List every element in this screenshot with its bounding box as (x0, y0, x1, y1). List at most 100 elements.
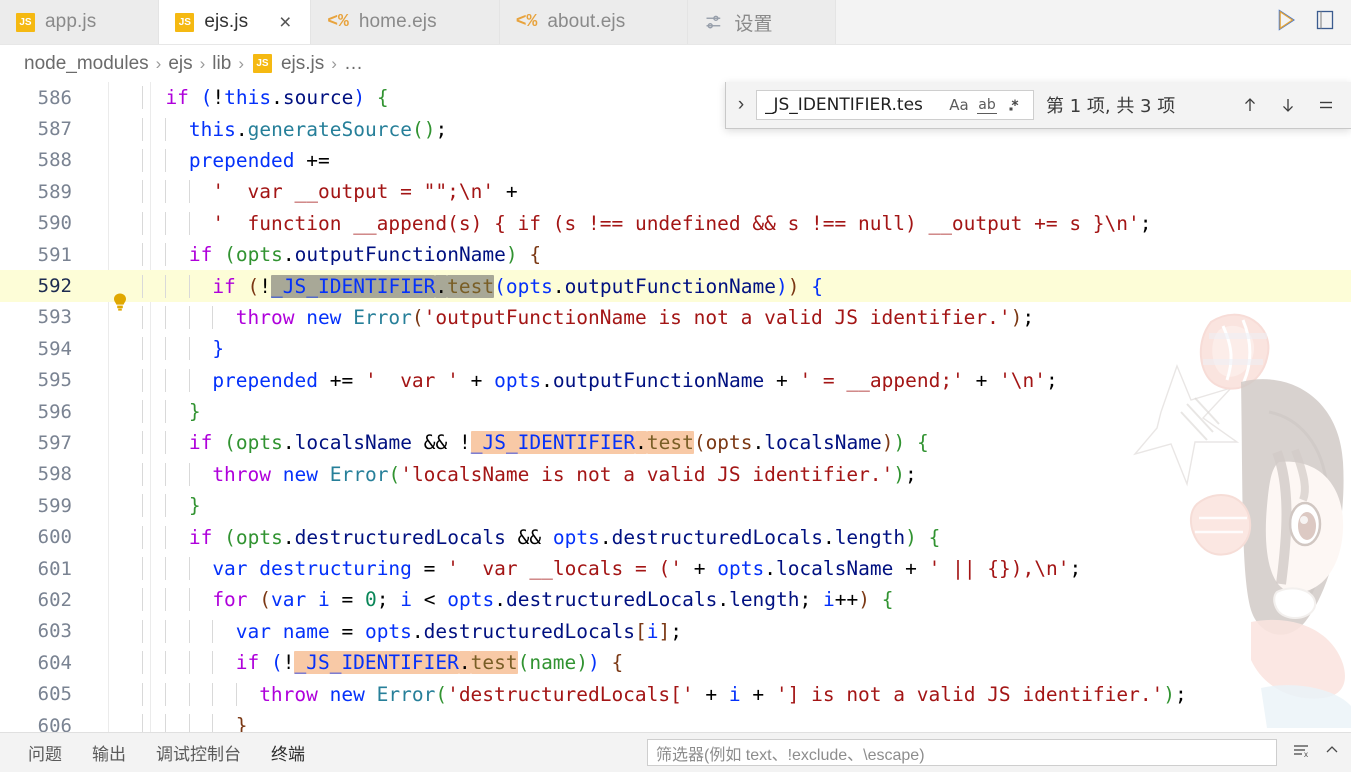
match-case-option-icon[interactable]: Aa (946, 93, 972, 117)
editor-tab-label: app.js (45, 11, 97, 32)
editor-tab-app-js[interactable]: JS app.js × (0, 0, 160, 44)
find-input-box[interactable]: _JS_IDENTIFIER.tes Aa ab (756, 90, 1034, 120)
code-line[interactable]: 588 prepended += (0, 145, 1351, 176)
breadcrumb-item-node-modules[interactable]: node_modules (24, 53, 149, 75)
code-tokens: } (189, 400, 201, 423)
editor-tab-label: home.ejs (358, 11, 437, 32)
clear-filter-icon[interactable]: x (1291, 740, 1311, 765)
code-text[interactable]: prepended += (130, 148, 1351, 172)
breadcrumb-item-overflow[interactable]: … (344, 53, 363, 75)
editor-actions (1259, 0, 1351, 44)
next-match-button[interactable] (1277, 94, 1299, 116)
code-text[interactable]: throw new Error('localsName is not a val… (130, 462, 1351, 486)
indent-guide (142, 651, 143, 675)
code-line[interactable]: 590 ' function __append(s) { if (s !== un… (0, 208, 1351, 239)
code-token: ) (576, 651, 589, 675)
code-token: ; (1139, 211, 1152, 235)
code-line[interactable]: 605 throw new Error('destructuredLocals['… (0, 678, 1351, 709)
breadcrumb-item-ejs[interactable]: ejs (168, 53, 192, 75)
code-line[interactable]: 596} (0, 396, 1351, 427)
code-text[interactable]: throw new Error('outputFunctionName is n… (130, 305, 1351, 329)
code-editor[interactable]: 586 if (!this.source) {587 this.generateSo… (0, 82, 1351, 732)
code-token: if (165, 86, 189, 110)
code-line[interactable]: 595 prepended += ' var ' + opts.outputFun… (0, 365, 1351, 396)
code-line[interactable]: 591 if (opts.outputFunctionName) { (0, 239, 1351, 270)
code-token: Error (329, 462, 389, 486)
breadcrumb-item-ejs-js[interactable]: ejs.js (281, 53, 324, 75)
code-line[interactable]: 602 for (var i = 0; i < opts.destructured… (0, 584, 1351, 615)
code-line[interactable]: 594} (0, 333, 1351, 364)
code-text[interactable]: if (opts.outputFunctionName) { (130, 243, 1351, 267)
indent-guide (142, 148, 143, 172)
indent-guide (142, 557, 143, 581)
code-text[interactable]: if (opts.localsName && !_JS_IDENTIFIER.t… (130, 431, 1351, 455)
code-line[interactable]: 598 throw new Error('localsName is not a … (0, 459, 1351, 490)
code-text[interactable]: } (130, 714, 1351, 732)
run-button[interactable] (1273, 7, 1299, 38)
code-line[interactable]: 597 if (opts.localsName && !_JS_IDENTIFIE… (0, 427, 1351, 458)
editor-tab-ejs-js[interactable]: JS ejs.js × (159, 0, 312, 44)
editor-tab-home-ejs[interactable]: <% home.ejs × (311, 0, 500, 44)
code-text[interactable]: throw new Error('destructuredLocals[' + … (130, 682, 1351, 706)
code-token: ( (224, 525, 236, 549)
chevron-icon[interactable] (1323, 741, 1341, 764)
code-text[interactable]: } (130, 400, 1351, 424)
panel-tab-terminal[interactable]: 终端 (271, 740, 305, 765)
panel-tab-output[interactable]: 输出 (92, 740, 126, 765)
use-regex-option-icon[interactable] (1002, 93, 1028, 117)
code-line[interactable]: 604 if (!_JS_IDENTIFIER.test(name)) { (0, 647, 1351, 678)
code-text[interactable]: if (!_JS_IDENTIFIER.test(name)) { (130, 651, 1351, 675)
code-text[interactable]: var destructuring = ' var __locals = (' … (130, 557, 1351, 581)
code-text[interactable]: prepended += ' var ' + opts.outputFuncti… (130, 368, 1351, 392)
find-in-selection-button[interactable] (1315, 94, 1337, 116)
code-token: '] is not a valid JS identifier.' (775, 682, 1164, 706)
match-whole-word-option-icon[interactable]: ab (974, 93, 1000, 117)
code-line[interactable]: 603 var name = opts.destructuredLocals[i]… (0, 616, 1351, 647)
code-text[interactable]: } (130, 337, 1351, 361)
split-editor-button[interactable] (1313, 8, 1337, 37)
close-tab-icon[interactable]: × (276, 12, 294, 33)
toggle-replace-icon[interactable]: › (726, 94, 756, 116)
code-line[interactable]: 592 if (!_JS_IDENTIFIER.test(opts.outputF… (0, 270, 1351, 311)
panel-filter-input[interactable]: 筛选器(例如 text、!exclude、\escape) (647, 739, 1277, 766)
indent-guide (165, 494, 167, 518)
code-token: this (224, 86, 272, 110)
code-text[interactable]: ' var __output = "";\n' + (130, 180, 1351, 204)
previous-match-button[interactable] (1239, 94, 1261, 116)
code-token: ; (670, 619, 682, 643)
code-line[interactable]: 589 ' var __output = "";\n' + (0, 176, 1351, 207)
breadcrumb-item-lib[interactable]: lib (212, 53, 231, 75)
code-text[interactable]: ' function __append(s) { if (s !== undef… (130, 211, 1351, 235)
editor-tab-about-ejs[interactable]: <% about.ejs × (499, 0, 689, 44)
code-token: ) (881, 431, 894, 455)
editor-tab-settings[interactable]: 设置 × (688, 0, 836, 44)
code-line[interactable]: 601 var destructuring = ' var __locals = … (0, 553, 1351, 584)
code-token: { (881, 588, 894, 612)
code-text[interactable]: if (!_JS_IDENTIFIER.test(opts.outputFunc… (130, 274, 1351, 298)
code-text[interactable]: var name = opts.destructuredLocals[i]; (130, 619, 1351, 643)
panel-tab-debug-console[interactable]: 调试控制台 (156, 740, 241, 765)
code-line[interactable]: 599} (0, 490, 1351, 521)
panel-tab-problems[interactable]: 问题 (28, 740, 62, 765)
code-line[interactable]: 606} (0, 710, 1351, 732)
find-input[interactable]: _JS_IDENTIFIER.tes (765, 91, 944, 119)
find-actions (1239, 94, 1351, 116)
find-widget[interactable]: › _JS_IDENTIFIER.tes Aa ab 第 1 项, 共 3 项 (725, 82, 1351, 129)
code-token: ' var ' (364, 368, 459, 392)
code-token: . (599, 525, 612, 549)
line-number: 602 (37, 588, 72, 611)
line-number: 594 (37, 337, 72, 360)
code-text[interactable]: if (opts.destructuredLocals && opts.dest… (130, 525, 1351, 549)
code-line[interactable]: 593 throw new Error('outputFunctionName i… (0, 302, 1351, 333)
code-text[interactable]: for (var i = 0; i < opts.destructuredLoc… (130, 588, 1351, 612)
code-text[interactable]: } (130, 494, 1351, 518)
code-line[interactable]: 600 if (opts.destructuredLocals && opts.d… (0, 521, 1351, 552)
code-token: i (318, 588, 330, 612)
code-token: } (188, 400, 201, 424)
